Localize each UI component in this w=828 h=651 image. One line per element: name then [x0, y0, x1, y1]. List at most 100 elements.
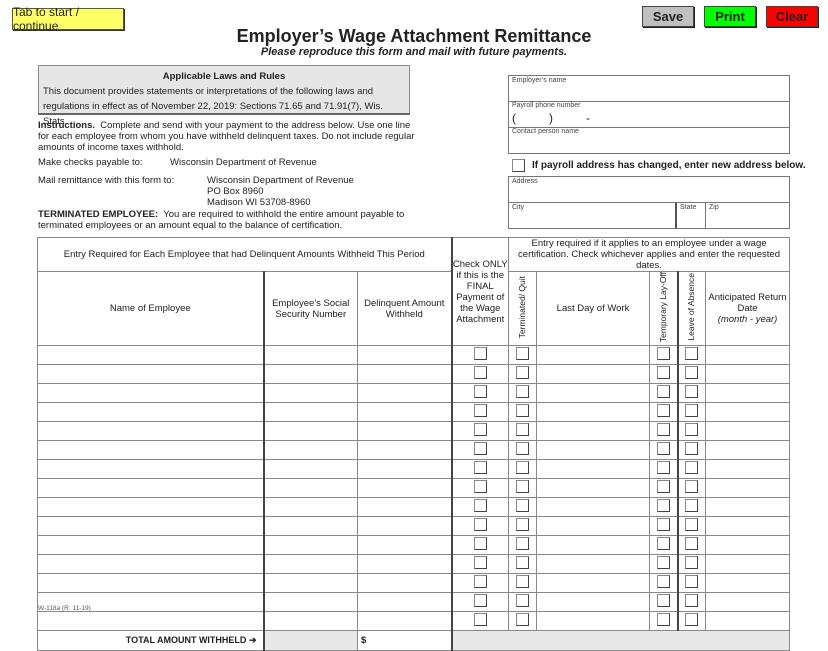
leave-checkbox[interactable] — [685, 385, 699, 399]
ssn-input[interactable] — [262, 421, 358, 442]
employee-name-input[interactable] — [37, 402, 264, 423]
leave-checkbox[interactable] — [685, 423, 699, 437]
terminated-checkbox[interactable] — [516, 442, 529, 456]
amount-input[interactable] — [357, 383, 452, 404]
last-day-input[interactable] — [536, 440, 650, 461]
ssn-input[interactable] — [262, 554, 358, 575]
terminated-checkbox[interactable] — [516, 404, 529, 418]
leave-checkbox[interactable] — [685, 537, 699, 551]
amount-input[interactable] — [357, 554, 452, 575]
layoff-checkbox[interactable] — [656, 575, 670, 589]
terminated-checkbox[interactable] — [516, 556, 529, 570]
terminated-checkbox[interactable] — [516, 499, 529, 513]
amount-input[interactable] — [357, 592, 452, 613]
ssn-input[interactable] — [262, 383, 358, 404]
final-payment-checkbox[interactable] — [473, 366, 487, 380]
return-date-input[interactable] — [704, 592, 791, 613]
last-day-input[interactable] — [536, 497, 650, 518]
final-payment-checkbox[interactable] — [473, 423, 487, 437]
final-payment-checkbox[interactable] — [473, 613, 487, 627]
terminated-checkbox[interactable] — [516, 347, 529, 361]
return-date-input[interactable] — [704, 478, 791, 499]
return-date-input[interactable] — [704, 402, 791, 423]
total-amount-field[interactable]: $ — [357, 630, 452, 651]
return-date-input[interactable] — [704, 497, 791, 518]
ssn-input[interactable] — [262, 402, 358, 423]
return-date-input[interactable] — [704, 421, 791, 442]
ssn-input[interactable] — [262, 459, 358, 480]
payroll-phone-field[interactable]: Payroll phone number ( ) - — [508, 101, 790, 128]
last-day-input[interactable] — [536, 402, 650, 423]
last-day-input[interactable] — [536, 573, 650, 594]
layoff-checkbox[interactable] — [656, 499, 670, 513]
leave-checkbox[interactable] — [685, 594, 699, 608]
leave-checkbox[interactable] — [685, 442, 699, 456]
city-field[interactable]: City — [508, 202, 677, 229]
employee-name-input[interactable] — [37, 497, 264, 518]
layoff-checkbox[interactable] — [656, 347, 670, 361]
ssn-input[interactable] — [262, 364, 358, 385]
employee-name-input[interactable] — [37, 478, 264, 499]
amount-input[interactable] — [357, 440, 452, 461]
layoff-checkbox[interactable] — [656, 613, 670, 627]
return-date-input[interactable] — [704, 611, 791, 632]
amount-input[interactable] — [357, 345, 452, 366]
terminated-checkbox[interactable] — [516, 537, 529, 551]
last-day-input[interactable] — [536, 516, 650, 537]
return-date-input[interactable] — [704, 345, 791, 366]
amount-input[interactable] — [357, 478, 452, 499]
final-payment-checkbox[interactable] — [473, 442, 487, 456]
contact-person-field[interactable]: Contact person name — [508, 127, 790, 154]
employee-name-input[interactable] — [37, 364, 264, 385]
leave-checkbox[interactable] — [685, 518, 699, 532]
last-day-input[interactable] — [536, 554, 650, 575]
layoff-checkbox[interactable] — [656, 423, 670, 437]
terminated-checkbox[interactable] — [516, 613, 529, 627]
ssn-input[interactable] — [262, 592, 358, 613]
leave-checkbox[interactable] — [685, 556, 699, 570]
save-button[interactable]: Save — [642, 6, 694, 27]
amount-input[interactable] — [357, 573, 452, 594]
final-payment-checkbox[interactable] — [473, 385, 487, 399]
amount-input[interactable] — [357, 364, 452, 385]
employee-name-input[interactable] — [37, 440, 264, 461]
employer-name-field[interactable]: Employer’s name — [508, 75, 790, 102]
layoff-checkbox[interactable] — [656, 461, 670, 475]
leave-checkbox[interactable] — [685, 575, 699, 589]
final-payment-checkbox[interactable] — [473, 518, 487, 532]
layoff-checkbox[interactable] — [656, 404, 670, 418]
ssn-input[interactable] — [262, 478, 358, 499]
last-day-input[interactable] — [536, 383, 650, 404]
last-day-input[interactable] — [536, 364, 650, 385]
return-date-input[interactable] — [704, 459, 791, 480]
ssn-input[interactable] — [262, 535, 358, 556]
final-payment-checkbox[interactable] — [473, 347, 487, 361]
return-date-input[interactable] — [704, 383, 791, 404]
layoff-checkbox[interactable] — [656, 366, 670, 380]
final-payment-checkbox[interactable] — [473, 404, 487, 418]
employee-name-input[interactable] — [37, 459, 264, 480]
last-day-input[interactable] — [536, 611, 650, 632]
ssn-input[interactable] — [262, 440, 358, 461]
amount-input[interactable] — [357, 516, 452, 537]
ssn-input[interactable] — [262, 345, 358, 366]
terminated-checkbox[interactable] — [516, 594, 529, 608]
last-day-input[interactable] — [536, 345, 650, 366]
return-date-input[interactable] — [704, 535, 791, 556]
leave-checkbox[interactable] — [685, 347, 699, 361]
employee-name-input[interactable] — [37, 573, 264, 594]
last-day-input[interactable] — [536, 592, 650, 613]
layoff-checkbox[interactable] — [656, 594, 670, 608]
amount-input[interactable] — [357, 535, 452, 556]
layoff-checkbox[interactable] — [656, 537, 670, 551]
final-payment-checkbox[interactable] — [473, 461, 487, 475]
employee-name-input[interactable] — [37, 611, 264, 632]
final-payment-checkbox[interactable] — [473, 594, 487, 608]
last-day-input[interactable] — [536, 535, 650, 556]
terminated-checkbox[interactable] — [516, 461, 529, 475]
layoff-checkbox[interactable] — [656, 442, 670, 456]
return-date-input[interactable] — [704, 364, 791, 385]
terminated-checkbox[interactable] — [516, 575, 529, 589]
amount-input[interactable] — [357, 459, 452, 480]
ssn-input[interactable] — [262, 516, 358, 537]
